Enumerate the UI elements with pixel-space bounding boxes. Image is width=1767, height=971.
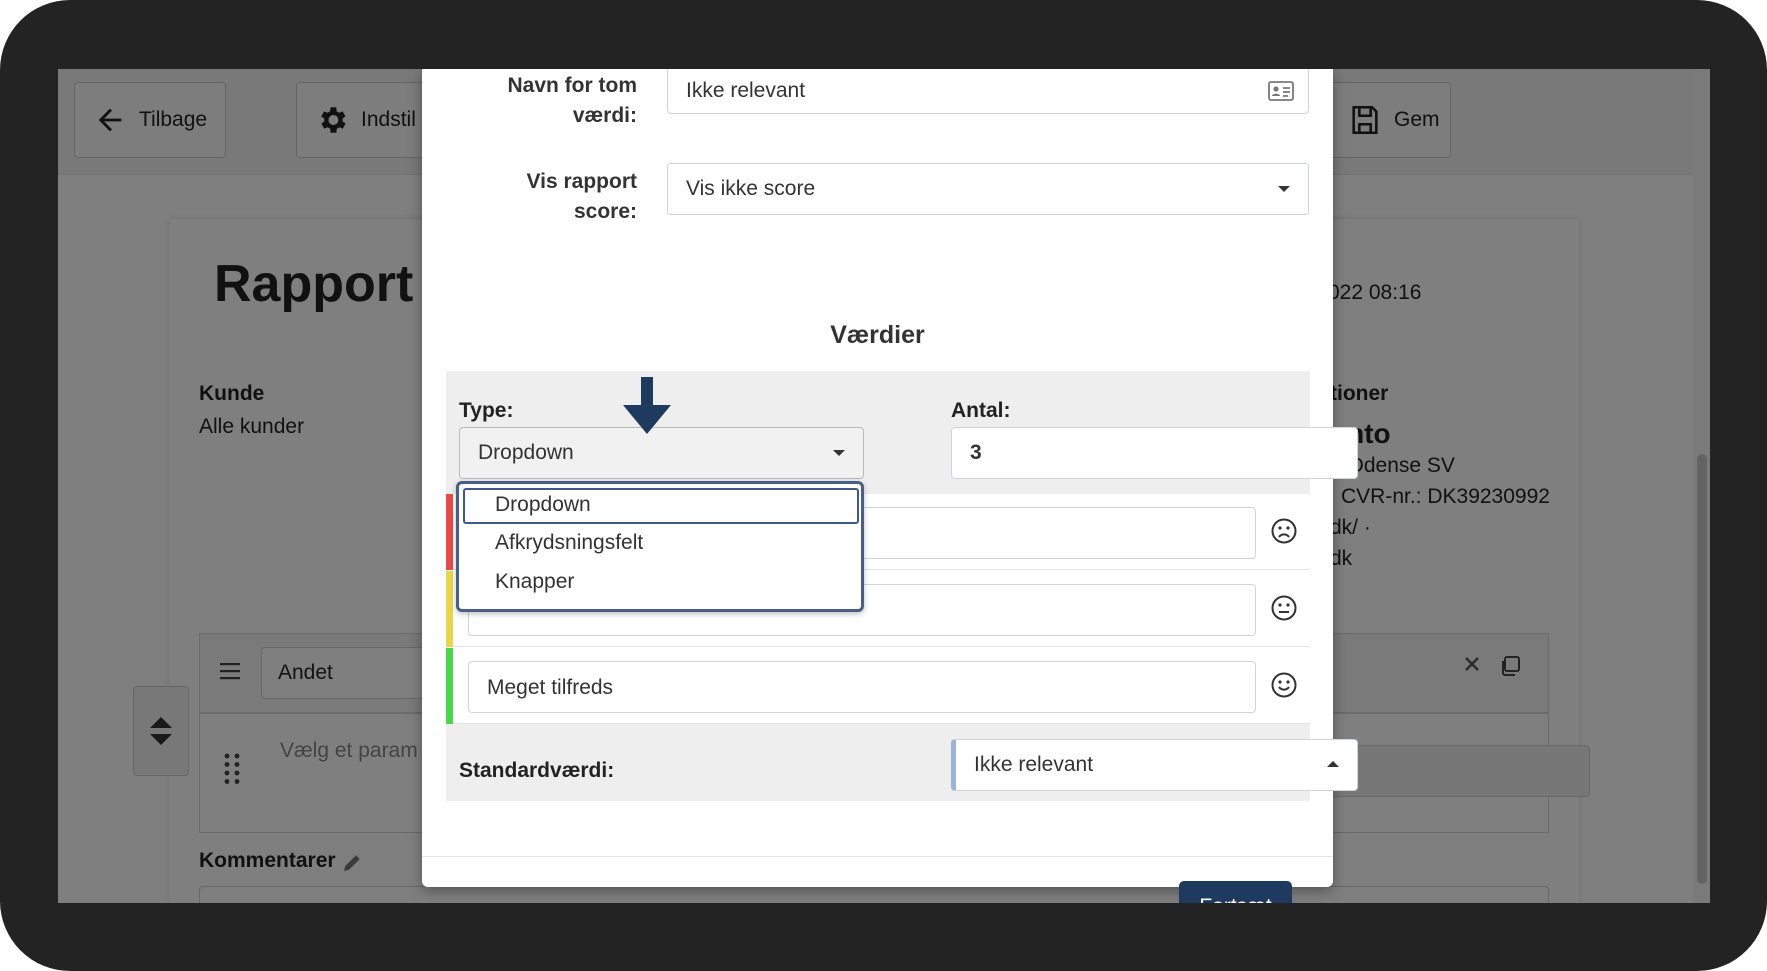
contact-card-icon [1268, 81, 1294, 101]
happy-face-icon [1271, 672, 1297, 698]
report-score-select[interactable]: Vis ikke score [667, 163, 1309, 215]
value-row: Meget tilfreds [446, 648, 1310, 724]
value-row-color-bar [446, 571, 453, 647]
neutral-face-icon [1271, 595, 1297, 621]
app-screen: Tilbage Indstil Gem Rapport 022 08:16 Ku… [58, 69, 1710, 903]
type-option-checkbox[interactable]: Afkrydsningsfelt [463, 526, 859, 562]
type-option-buttons[interactable]: Knapper [463, 565, 859, 601]
type-select[interactable]: Dropdown [459, 427, 864, 479]
sad-face-icon [1271, 518, 1297, 544]
default-value-select[interactable]: Ikke relevant [951, 739, 1358, 791]
empty-name-input[interactable]: Ikke relevant [667, 69, 1309, 114]
value-row-input[interactable]: Meget tilfreds [468, 661, 1256, 713]
continue-button[interactable]: Fortsæt [1179, 881, 1292, 903]
device-frame: Tilbage Indstil Gem Rapport 022 08:16 Ku… [0, 0, 1767, 971]
modal-footer-divider [422, 856, 1333, 857]
default-value-label: Standardværdi: [459, 759, 615, 782]
default-value: Ikke relevant [974, 753, 1094, 776]
count-input[interactable]: 3 [951, 427, 1358, 479]
count-value: 3 [970, 441, 982, 464]
arrow-down-icon [623, 377, 671, 434]
type-dropdown-menu: Dropdown Afkrydsningsfelt Knapper [456, 481, 864, 612]
type-value: Dropdown [478, 441, 574, 464]
value-settings-modal: Navn for tom værdi: Ikke relevant Vis ra… [422, 69, 1358, 903]
report-score-value: Vis ikke score [686, 177, 816, 200]
type-label: Type: [459, 399, 514, 422]
chevron-up-icon [1327, 761, 1339, 767]
empty-name-value: Ikke relevant [686, 79, 806, 102]
value-row-color-bar [446, 648, 453, 724]
type-option-dropdown[interactable]: Dropdown [463, 488, 859, 524]
values-heading: Værdier [830, 321, 925, 349]
value-row-color-bar [446, 494, 453, 570]
empty-name-label: Navn for tom værdi: [507, 74, 637, 127]
chevron-down-icon [833, 450, 845, 456]
count-label: Antal: [951, 399, 1011, 422]
chevron-down-icon [1278, 186, 1290, 192]
report-score-label: Vis rapport score: [526, 170, 637, 223]
